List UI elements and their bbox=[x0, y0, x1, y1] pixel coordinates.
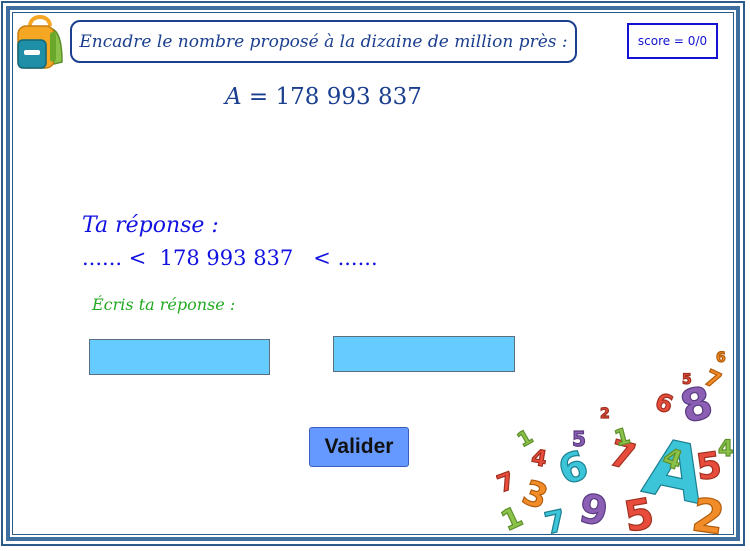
backpack-icon bbox=[17, 15, 63, 69]
svg-text:4: 4 bbox=[718, 437, 733, 462]
lower-bound-input[interactable] bbox=[89, 339, 270, 375]
validate-button[interactable]: Valider bbox=[309, 427, 409, 467]
svg-text:7: 7 bbox=[542, 503, 570, 536]
svg-text:5: 5 bbox=[572, 427, 586, 451]
equals-sign: = bbox=[241, 84, 276, 110]
svg-text:4: 4 bbox=[529, 445, 548, 472]
svg-text:6: 6 bbox=[651, 387, 676, 419]
instruction-box: Encadre le nombre proposé à la dizaine d… bbox=[70, 20, 577, 63]
answer-hint: Écris ta réponse : bbox=[92, 295, 236, 314]
answer-inequality: ...... < 178 993 837 < ...... bbox=[82, 246, 378, 270]
svg-text:2: 2 bbox=[689, 487, 728, 536]
answer-title: Ta réponse : bbox=[82, 213, 219, 238]
number-variable: A bbox=[225, 84, 242, 110]
colorful-numbers-illustration: A 8 6 7 3 1 9 5 2 5 6 7 6 5 2 1 1 4 5 7 … bbox=[496, 349, 734, 536]
number-statement: A = 178 993 837 bbox=[225, 84, 422, 110]
svg-text:7: 7 bbox=[496, 466, 518, 498]
svg-text:5: 5 bbox=[682, 372, 692, 388]
score-display: score = 0/0 bbox=[627, 23, 718, 59]
svg-text:2: 2 bbox=[600, 406, 610, 422]
number-value: 178 993 837 bbox=[275, 84, 422, 110]
svg-text:6: 6 bbox=[716, 350, 726, 366]
upper-bound-input[interactable] bbox=[333, 336, 515, 372]
svg-text:9: 9 bbox=[576, 486, 611, 536]
